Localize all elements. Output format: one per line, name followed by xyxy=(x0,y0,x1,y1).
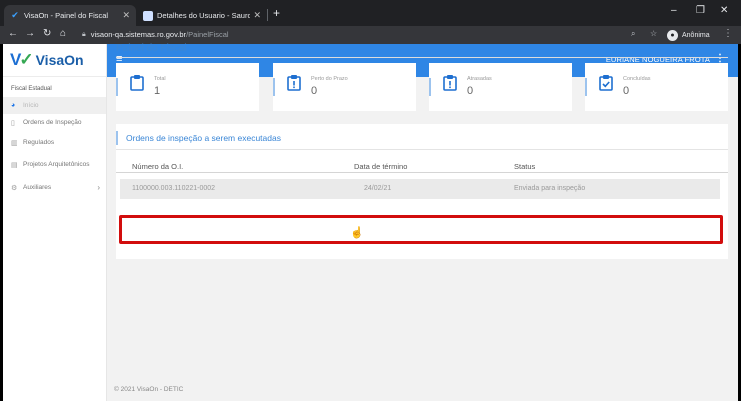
sidebar-item-label: Auxiliares xyxy=(23,183,52,191)
title-divider xyxy=(116,57,728,58)
card-value: 0 xyxy=(623,85,630,97)
sidebar-item-regulados[interactable]: ▥ Regulados xyxy=(3,134,106,151)
brand-logo[interactable]: V✓ VisaOn xyxy=(3,44,106,77)
stat-card-total[interactable]: Total 1 xyxy=(116,63,259,111)
browser-toolbar: ← → ↻ ⌂ 🔒︎ visaon-qa.sistemas.ro.gov.br /… xyxy=(0,26,741,44)
card-accent-bar xyxy=(273,78,275,96)
sidebar-item-auxiliares[interactable]: ⚙ Auxiliares › xyxy=(3,179,106,196)
table-row[interactable]: 1100000.003.110221-0002 24/02/21 Enviada… xyxy=(120,179,720,199)
home-icon[interactable]: ⌂ xyxy=(60,28,66,39)
back-arrow-icon[interactable]: ← xyxy=(8,28,18,39)
card-accent-bar xyxy=(429,78,431,96)
blueprint-icon: ▤ xyxy=(11,162,18,169)
tab-detalhes[interactable]: Detalhes do Usuario - Sauron.Gc ✕ xyxy=(137,5,267,26)
restore-icon[interactable]: ❐ xyxy=(696,5,705,16)
stat-card-atrasadas[interactable]: Atrasadas 0 xyxy=(429,63,572,111)
tab-visaon[interactable]: ✔ VisaOn - Painel do Fiscal ✕ xyxy=(4,5,136,26)
cell-numero: 1100000.003.110221-0002 xyxy=(132,185,216,192)
sidebar-item-label: Projetos Arquitetônicos xyxy=(23,161,90,168)
lock-icon: 🔒︎ xyxy=(82,30,86,38)
bookmark-star-icon[interactable]: ☆ xyxy=(650,29,657,38)
card-label: Total xyxy=(154,76,166,82)
browser-menu-icon[interactable]: ⋮ xyxy=(723,28,733,39)
column-header-numero[interactable]: Número da O.I. xyxy=(132,162,183,171)
reload-icon[interactable]: ↻ xyxy=(43,28,51,39)
profile-label: Anônima xyxy=(682,31,710,39)
user-role: Fiscal Estadual xyxy=(11,86,52,92)
cell-data: 24/02/21 xyxy=(364,185,392,192)
card-label: Atrasadas xyxy=(467,76,492,82)
new-tab-plus-icon[interactable]: + xyxy=(273,6,280,20)
incognito-profile[interactable]: ● Anônima xyxy=(667,28,710,42)
brand-name: VisaOn xyxy=(35,52,84,68)
visaon-logo-icon: V✓ xyxy=(10,50,34,69)
tab-title: VisaOn - Painel do Fiscal xyxy=(24,11,109,20)
footer: © 2021 VisaOn - DETIC xyxy=(114,386,184,393)
incognito-icon: ● xyxy=(667,29,678,41)
clipboard-check-icon xyxy=(598,74,614,94)
stat-card-concluidas[interactable]: Concluídas 0 xyxy=(585,63,728,111)
card-label: Perto do Prazo xyxy=(311,76,348,82)
tab-title: Detalhes do Usuario - Sauron.Gc xyxy=(157,11,251,20)
sidebar-item-inicio[interactable]: ◕ Início xyxy=(3,97,106,114)
address-bar[interactable]: 🔒︎ visaon-qa.sistemas.ro.gov.br/PainelFi… xyxy=(82,27,542,42)
minimize-icon[interactable]: – xyxy=(671,5,677,16)
card-value: 0 xyxy=(311,85,318,97)
clipboard-alert-icon xyxy=(442,74,458,94)
building-icon: ▥ xyxy=(11,139,18,147)
sidebar-item-ordens[interactable]: ▯ Ordens de Inspeção xyxy=(3,114,106,131)
page-title: Painel do Fiscal xyxy=(116,43,187,54)
visaon-favicon-icon: ✔ xyxy=(11,10,19,20)
column-header-status[interactable]: Status xyxy=(514,162,535,171)
sidebar-item-projetos[interactable]: ▤ Projetos Arquitetônicos xyxy=(3,151,106,179)
document-icon: ▯ xyxy=(11,119,15,127)
url-host: visaon-qa.sistemas.ro.gov.br xyxy=(90,30,187,39)
tab-separator xyxy=(267,9,268,21)
sidebar: V✓ VisaOn Fiscal Estadual ◕ Início ▯ Ord… xyxy=(3,44,107,401)
column-header-data[interactable]: Data de término xyxy=(354,162,407,171)
panel-title: Ordens de inspeção a serem executadas xyxy=(116,131,281,145)
clipboard-alert-icon xyxy=(286,74,302,94)
card-value: 0 xyxy=(467,85,474,97)
stat-card-perto-do-prazo[interactable]: Perto do Prazo 0 xyxy=(273,63,416,111)
palette-icon: ◕ xyxy=(11,102,16,109)
gears-icon: ⚙ xyxy=(11,184,18,192)
close-tab-icon[interactable]: ✕ xyxy=(253,10,261,21)
sidebar-item-label: Início xyxy=(23,101,39,109)
close-tab-icon[interactable]: ✕ xyxy=(122,10,130,21)
chevron-right-icon: › xyxy=(97,183,100,192)
card-value: 1 xyxy=(154,85,161,97)
highlight-box xyxy=(119,215,723,244)
pointer-cursor-icon: ☝ xyxy=(350,227,364,239)
header-divider xyxy=(116,172,728,173)
forward-arrow-icon[interactable]: → xyxy=(25,28,35,39)
page-favicon-icon xyxy=(143,10,153,21)
clipboard-icon xyxy=(129,74,145,94)
card-label: Concluídas xyxy=(623,76,651,82)
browser-titlebar: ✔ VisaOn - Painel do Fiscal ✕ Detalhes d… xyxy=(0,0,741,26)
card-accent-bar xyxy=(585,78,587,96)
card-accent-bar xyxy=(116,78,118,96)
cell-status: Enviada para inspeção xyxy=(514,185,586,192)
zoom-search-icon[interactable]: ⌕ xyxy=(631,29,635,39)
window-close-icon[interactable]: ✕ xyxy=(720,5,728,16)
panel-divider xyxy=(116,149,728,150)
sidebar-item-label: Ordens de Inspeção xyxy=(23,118,82,126)
url-path: /PainelFiscal xyxy=(186,30,229,39)
sidebar-item-label: Regulados xyxy=(23,138,55,146)
